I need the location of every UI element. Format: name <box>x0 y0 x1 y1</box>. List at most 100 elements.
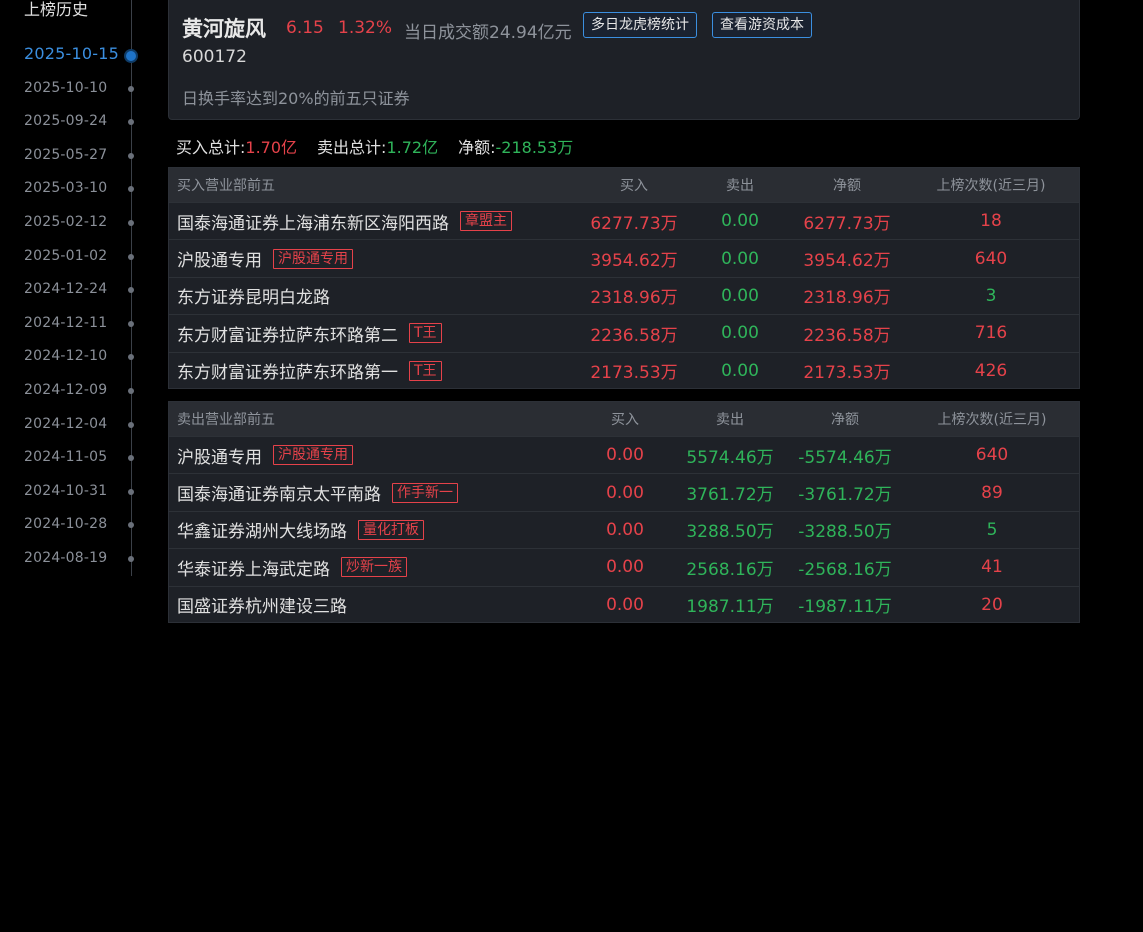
sell-top5-table: 卖出营业部前五 买入 卖出 净额 上榜次数(近三月) 沪股通专用 沪股通专用 0.0… <box>168 401 1080 623</box>
branch-name[interactable]: 东方证券昆明白龙路 <box>177 283 330 308</box>
net-amount: -5574.46万 <box>798 447 892 468</box>
sell-amount: 3761.72万 <box>686 485 774 506</box>
header-count: 上榜次数(近三月) <box>936 178 1046 194</box>
branch-name[interactable]: 华泰证券上海武定路 <box>177 555 330 580</box>
history-date-item[interactable]: 2025-10-15 <box>24 43 136 67</box>
sell-amount: 0.00 <box>721 248 759 269</box>
table-row[interactable]: 东方财富证券拉萨东环路第二 T王 2236.58万 0.00 2236.58万 716 <box>169 314 1079 351</box>
timeline-dot-icon <box>128 354 134 361</box>
branch-name[interactable]: 国泰海通证券上海浦东新区海阳西路 <box>177 209 449 234</box>
stock-change-pct: 1.32% <box>338 18 393 38</box>
sell-total-label: 卖出总计: <box>317 138 387 157</box>
sell-amount: 1987.11万 <box>686 597 774 618</box>
history-date-item[interactable]: 2024-10-28 <box>24 513 136 537</box>
net-total-value: -218.53万 <box>495 138 574 157</box>
history-date-item[interactable]: 2024-11-05 <box>24 446 136 470</box>
history-date-item[interactable]: 2025-03-10 <box>24 177 136 201</box>
net-amount: 2318.96万 <box>803 288 891 309</box>
branch-name[interactable]: 东方财富证券拉萨东环路第一 <box>177 358 398 383</box>
branch-cell: 沪股通专用 沪股通专用 <box>177 240 353 276</box>
listing-count: 640 <box>974 248 1008 269</box>
table-header: 买入营业部前五 买入 卖出 净额 上榜次数(近三月) <box>169 168 1079 202</box>
buy-amount: 0.00 <box>606 557 644 578</box>
table-row[interactable]: 华鑫证券湖州大线场路 量化打板 0.00 3288.50万 -3288.50万 5 <box>169 510 1079 548</box>
branch-name[interactable]: 沪股通专用 <box>177 443 262 468</box>
stock-code: 600172 <box>182 47 247 67</box>
history-date-label: 2024-10-31 <box>24 482 108 499</box>
history-date-item[interactable]: 2024-12-11 <box>24 312 136 336</box>
branch-name[interactable]: 沪股通专用 <box>177 246 262 271</box>
branch-name[interactable]: 华鑫证券湖州大线场路 <box>177 517 347 542</box>
timeline-dot-icon <box>128 119 134 126</box>
trader-tag-badge[interactable]: 量化打板 <box>358 519 424 540</box>
table-row[interactable]: 沪股通专用 沪股通专用 0.00 5574.46万 -5574.46万 640 <box>169 436 1079 473</box>
branch-cell: 国泰海通证券南京太平南路 作手新一 <box>177 474 458 510</box>
history-date-item[interactable]: 2024-12-24 <box>24 278 136 302</box>
history-date-item[interactable]: 2025-09-24 <box>24 110 136 134</box>
timeline-dot-icon <box>128 421 134 428</box>
history-date-label: 2025-10-10 <box>24 79 108 96</box>
listing-count: 18 <box>980 211 1002 232</box>
listing-count: 426 <box>974 360 1008 381</box>
table-row[interactable]: 东方证券昆明白龙路 2318.96万 0.00 2318.96万 3 <box>169 276 1079 314</box>
trader-tag-badge[interactable]: 炒新一族 <box>341 557 407 578</box>
timeline-dot-icon <box>128 85 134 92</box>
branch-cell: 国盛证券杭州建设三路 <box>177 587 347 623</box>
buy-top5-table: 买入营业部前五 买入 卖出 净额 上榜次数(近三月) 国泰海通证券上海浦东新区海… <box>168 167 1080 389</box>
buy-amount: 6277.73万 <box>590 213 678 234</box>
listing-count: 3 <box>985 285 997 306</box>
net-amount: -3288.50万 <box>798 522 892 543</box>
sell-amount: 0.00 <box>721 285 759 306</box>
history-date-label: 2024-12-24 <box>24 281 108 298</box>
history-date-item[interactable]: 2025-01-02 <box>24 245 136 269</box>
table-row[interactable]: 东方财富证券拉萨东环路第一 T王 2173.53万 0.00 2173.53万 426 <box>169 351 1079 389</box>
timeline-dot-icon <box>128 388 134 394</box>
trader-tag-badge[interactable]: 沪股通专用 <box>273 445 353 466</box>
buy-amount: 2236.58万 <box>590 325 678 346</box>
history-date-label: 2025-09-24 <box>24 113 108 130</box>
sell-amount: 2568.16万 <box>686 559 774 580</box>
history-date-label: 2025-02-12 <box>24 214 108 230</box>
history-date-label: 2024-12-11 <box>24 314 108 331</box>
branch-cell: 华鑫证券湖州大线场路 量化打板 <box>177 512 424 548</box>
table-row[interactable]: 国泰海通证券南京太平南路 作手新一 0.00 3761.72万 -3761.72万 89 <box>169 473 1079 510</box>
timeline-dot-icon <box>128 556 134 562</box>
history-date-item[interactable]: 2025-02-12 <box>24 211 136 235</box>
branch-name[interactable]: 国盛证券杭州建设三路 <box>177 592 347 617</box>
table-row[interactable]: 国泰海通证券上海浦东新区海阳西路 章盟主 6277.73万 0.00 6277.73万 1… <box>169 202 1079 239</box>
history-date-label: 2024-12-10 <box>24 348 108 365</box>
trader-tag-badge[interactable]: 沪股通专用 <box>273 248 353 269</box>
timeline-dot-icon <box>126 51 136 61</box>
stock-header-card: 黄河旋风 6.15 1.32% 当日成交额24.94亿元 多日龙虎榜统计 查看游… <box>168 0 1080 120</box>
branch-cell: 华泰证券上海武定路 炒新一族 <box>177 549 407 585</box>
branch-name[interactable]: 国泰海通证券南京太平南路 <box>177 480 381 505</box>
listing-reason: 日换手率达到20%的前五只证券 <box>182 89 410 108</box>
net-amount: 3954.62万 <box>803 251 891 272</box>
multi-day-stats-button[interactable]: 多日龙虎榜统计 <box>583 12 697 38</box>
history-date-item[interactable]: 2024-12-04 <box>24 413 136 437</box>
trader-tag-badge[interactable]: 作手新一 <box>392 482 458 503</box>
net-amount: -2568.16万 <box>798 559 892 580</box>
header-net: 净额 <box>831 412 859 428</box>
timeline-dot-icon <box>128 488 134 495</box>
history-date-label: 2024-12-04 <box>24 415 108 432</box>
history-title: 上榜历史 <box>24 0 89 19</box>
history-date-item[interactable]: 2024-08-19 <box>24 547 136 571</box>
branch-name[interactable]: 东方财富证券拉萨东环路第二 <box>177 321 398 346</box>
history-date-item[interactable]: 2024-10-31 <box>24 480 136 504</box>
table-row[interactable]: 国盛证券杭州建设三路 0.00 1987.11万 -1987.11万 20 <box>169 585 1079 623</box>
header-sell: 卖出 <box>726 178 754 194</box>
table-row[interactable]: 沪股通专用 沪股通专用 3954.62万 0.00 3954.62万 640 <box>169 239 1079 276</box>
table-row[interactable]: 华泰证券上海武定路 炒新一族 0.00 2568.16万 -2568.16万 41 <box>169 548 1079 585</box>
timeline-dot-icon <box>128 522 134 529</box>
header-net: 净额 <box>833 178 861 194</box>
history-date-item[interactable]: 2024-12-10 <box>24 345 136 369</box>
history-date-item[interactable]: 2025-10-10 <box>24 77 136 101</box>
history-date-item[interactable]: 2025-05-27 <box>24 144 136 168</box>
trader-tag-badge[interactable]: T王 <box>409 360 442 381</box>
history-date-item[interactable]: 2024-12-09 <box>24 379 136 403</box>
view-cost-button[interactable]: 查看游资成本 <box>712 12 812 38</box>
trader-tag-badge[interactable]: 章盟主 <box>460 211 512 232</box>
listing-count: 89 <box>981 482 1003 503</box>
trader-tag-badge[interactable]: T王 <box>409 323 442 344</box>
